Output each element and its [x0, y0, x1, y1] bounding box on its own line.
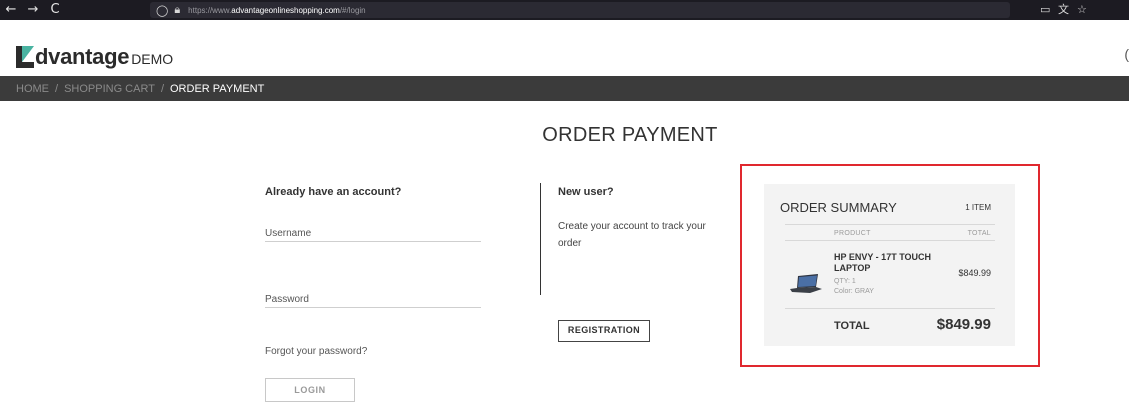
breadcrumb-separator: / [160, 82, 164, 95]
translate-icon[interactable]: 文 [1058, 0, 1069, 20]
total-value: $849.99 [936, 316, 991, 333]
logo-suffix: DEMO [131, 51, 174, 67]
login-button[interactable]: LOGIN [265, 378, 355, 402]
breadcrumb-shopping-cart[interactable]: SHOPPING CART [64, 83, 155, 95]
back-button[interactable]: ← [0, 0, 22, 20]
login-section: Already have an account? Username Passwo… [265, 186, 481, 402]
column-divider [540, 183, 541, 295]
password-field[interactable]: Password [265, 286, 481, 308]
breadcrumb: HOME / SHOPPING CART / ORDER PAYMENT [0, 76, 1129, 101]
bookmark-star-icon[interactable]: ☆ [1077, 0, 1087, 20]
shield-icon[interactable]: ◯ [156, 4, 168, 17]
forward-button[interactable]: → [22, 0, 44, 20]
logo-mark-icon [16, 46, 34, 68]
product-color: Color: GRAY [834, 288, 874, 295]
item-count: 1 ITEM [965, 203, 991, 212]
logo-name: dvantage [35, 44, 130, 69]
summary-divider [785, 308, 995, 309]
new-user-description: Create your account to track your order [558, 221, 706, 249]
summary-divider [785, 224, 995, 225]
forgot-password-link[interactable]: Forgot your password? [265, 346, 367, 357]
browser-toolbar: ← → C ◯ 🔒︎ https://www.advantageonlinesh… [0, 0, 1129, 20]
breadcrumb-home[interactable]: HOME [16, 83, 49, 95]
product-quantity: QTY: 1 [834, 278, 856, 285]
url-text: https://www.advantageonlineshopping.com/… [188, 5, 366, 15]
login-heading: Already have an account? [265, 186, 402, 198]
order-summary: ORDER SUMMARY 1 ITEM PRODUCT TOTAL HP EN… [764, 184, 1015, 346]
username-field[interactable]: Username [265, 220, 481, 242]
page-title: ORDER PAYMENT [542, 124, 718, 146]
site-header: dvantage DEMO ( [0, 20, 1129, 76]
total-label: TOTAL [834, 320, 870, 332]
registration-button[interactable]: REGISTRATION [558, 320, 650, 342]
summary-divider [785, 240, 995, 241]
reader-view-icon[interactable]: ▭ [1040, 0, 1050, 20]
breadcrumb-separator: / [55, 82, 59, 95]
address-bar[interactable]: ◯ 🔒︎ https://www.advantageonlineshopping… [150, 2, 1010, 18]
password-label: Password [265, 294, 309, 305]
new-user-heading: New user? [558, 186, 614, 198]
reload-button[interactable]: C [44, 0, 66, 20]
lock-icon[interactable]: 🔒︎ [174, 3, 180, 17]
breadcrumb-current: ORDER PAYMENT [170, 82, 265, 95]
product-price: $849.99 [958, 268, 991, 278]
product-column-header: PRODUCT [834, 230, 871, 237]
laptop-product-image[interactable] [788, 274, 824, 294]
new-user-section: New user? Create your account to track y… [558, 186, 718, 249]
site-logo[interactable]: dvantage DEMO [16, 46, 173, 68]
product-name[interactable]: HP ENVY - 17T TOUCH LAPTOP [834, 252, 944, 274]
username-label: Username [265, 228, 312, 239]
header-edge-glyph: ( [1124, 46, 1129, 62]
order-summary-title: ORDER SUMMARY [780, 200, 897, 215]
total-column-header: TOTAL [967, 230, 991, 237]
